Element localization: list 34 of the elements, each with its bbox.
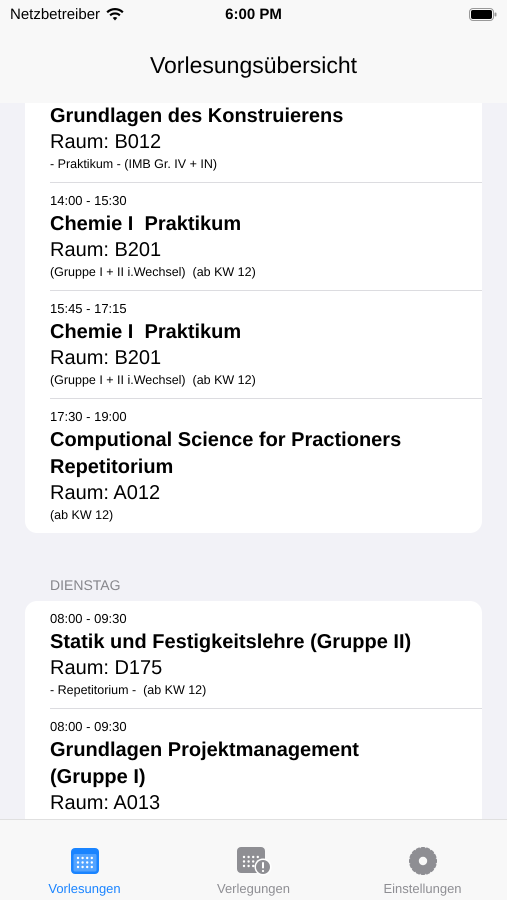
screen-title: Vorlesungsübersicht: [150, 52, 358, 79]
lecture-note: (Gruppe I + II i.Wechsel) (ab KW 12): [50, 265, 257, 279]
clock-time: 6:00 PM: [225, 6, 282, 22]
tab-item[interactable]: Vorlesungen: [0, 820, 169, 900]
wifi-icon: [106, 8, 124, 20]
lecture-note: - Praktikum - (IMB Gr. IV + IN): [50, 157, 218, 171]
tab-item[interactable]: Einstellungen: [338, 820, 507, 900]
lecture-room: Raum: B012: [50, 130, 162, 155]
lecture-title: Grundlagen des Konstruierens: [50, 104, 344, 129]
lecture-room: Raum: D175: [50, 656, 164, 681]
lecture-room: Raum: B201: [50, 238, 162, 263]
lecture-title: Chemie I Praktikum: [50, 212, 242, 237]
battery-icon: [468, 8, 497, 20]
lecture-room: Raum: B201: [50, 346, 162, 371]
lecture-time: 15:45 - 17:15: [50, 301, 128, 316]
lecture-time: 08:00 - 09:30: [50, 719, 128, 734]
lecture-time: 14:00 - 15:30: [50, 193, 128, 208]
lecture-time: 17:30 - 19:00: [50, 409, 128, 424]
lecture-room: Raum: A012: [50, 481, 162, 506]
lecture-note: (ab KW 12): [50, 508, 114, 522]
lecture-time: 08:00 - 09:30: [50, 611, 128, 626]
lecture-title: Chemie I Praktikum: [50, 320, 242, 345]
tab-item[interactable]: Verlegungen: [169, 820, 338, 900]
lecture-title: Grundlagen Projektmanagement (Gruppe I): [50, 738, 360, 790]
carrier-label: Netzbetreiber: [10, 6, 100, 22]
calendar-icon: [70, 846, 100, 876]
lecture-title: Statik und Festigkeitslehre (Gruppe II): [50, 630, 412, 655]
section-header: DIENSTAG: [49, 576, 122, 595]
lecture-note: (Gruppe I + II i.Wechsel) (ab KW 12): [50, 373, 257, 387]
lecture-room: Raum: A013: [50, 791, 162, 816]
settings-icon: [408, 846, 438, 876]
lecture-note: - Repetitorium - (ab KW 12): [50, 683, 208, 697]
calendar-alert-icon: [236, 846, 272, 876]
lecture-title: Computional Science for Practioners Repetitorium: [50, 428, 402, 480]
